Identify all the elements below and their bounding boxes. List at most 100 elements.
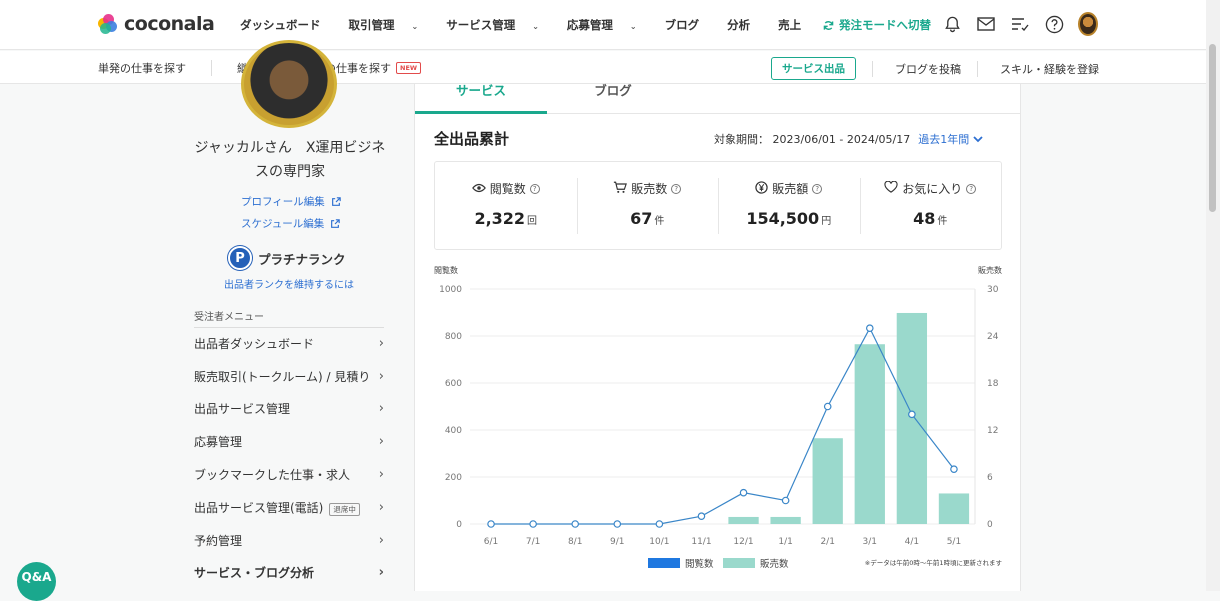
profile-links: プロフィール編集 スケジュール編集 [241, 191, 341, 235]
menu-item-3[interactable]: 応募管理 › [194, 425, 384, 458]
bell-icon[interactable] [942, 12, 962, 36]
bar-1/1 [770, 516, 801, 524]
nav-item-3[interactable]: 応募管理 ⌄ [567, 17, 651, 33]
period-select[interactable]: 過去1年間 [918, 131, 983, 147]
menu-item-label: 応募管理 [194, 435, 243, 450]
eye-icon [471, 182, 486, 196]
scrollbar-thumb[interactable] [1209, 44, 1216, 212]
menu-item-label-wrap: ブックマークした仕事・求人 [194, 466, 350, 483]
help-icon[interactable]: ? [812, 183, 823, 194]
find-single-jobs-link[interactable]: 単発の仕事を探す [98, 60, 186, 76]
stat-unit: 回 [527, 216, 538, 227]
right-tick-label: 24 [987, 332, 999, 342]
left-tick-label: 600 [445, 379, 462, 389]
mail-icon[interactable] [976, 12, 996, 36]
x-tick-label: 1/1 [778, 537, 792, 547]
stat-label-text: 閲覧数 [489, 182, 526, 196]
menu-item-label-wrap: 出品サービス管理 [194, 400, 290, 417]
nav-item-2[interactable]: サービス管理 ⌄ [446, 17, 553, 33]
rank-help-link[interactable]: 出品者ランクを維持するには [224, 276, 354, 291]
external-link-icon [331, 197, 341, 206]
menu-item-5[interactable]: 出品サービス管理(電話) 退席中 › [194, 491, 384, 524]
help-icon[interactable] [1044, 12, 1064, 36]
stat-number: 48 [913, 209, 936, 228]
help-icon[interactable]: ? [671, 183, 682, 194]
register-skills-link[interactable]: スキル・経験を登録 [1000, 61, 1099, 77]
help-icon[interactable]: ? [966, 183, 977, 194]
stat-number: 67 [630, 209, 653, 228]
status-tag: 退席中 [329, 502, 360, 516]
menu-item-label: 出品者ダッシュボード [194, 336, 315, 351]
tab-1[interactable]: ブログ [547, 84, 679, 114]
tab-0[interactable]: サービス [415, 84, 547, 114]
bar-12/1 [728, 516, 759, 524]
menu-item-label: ブックマークした仕事・求人 [194, 468, 351, 483]
point-8/1 [571, 520, 580, 528]
nav-item-1[interactable]: 取引管理 ⌄ [349, 17, 433, 33]
nav-item-label: 分析 [727, 18, 751, 32]
chevron-right-icon: › [378, 532, 384, 548]
menu-item-0[interactable]: 出品者ダッシュボード › [194, 327, 384, 360]
stats-summary: 閲覧数? 2,322 回販売数? 67 件販売額? 154,500 円お気に入り? 48 件 [434, 161, 1002, 250]
edit-schedule-link[interactable]: スケジュール編集 [241, 213, 341, 235]
chevron-right-icon: › [378, 401, 384, 417]
nav-item-0[interactable]: ダッシュボード [240, 17, 335, 33]
stat-value: 48 件 [860, 209, 1002, 228]
left-axis-title: 閲覧数 [434, 265, 458, 275]
stat-2: 販売額? 154,500 円 [718, 162, 860, 249]
left-tick-label: 400 [445, 426, 462, 436]
logo-mark-icon [98, 14, 118, 34]
right-tick-label: 12 [987, 426, 998, 436]
menu-item-2[interactable]: 出品サービス管理 › [194, 393, 384, 426]
right-axis-title: 販売数 [978, 265, 1002, 275]
yen-icon [755, 180, 768, 197]
stat-number: 2,322 [474, 209, 526, 228]
seller-menu: 出品者ダッシュボード › 販売取引(トークルーム) / 見積り › 出品サービス管理 › 応… [194, 327, 384, 589]
stat-unit: 円 [821, 216, 832, 227]
post-service-button[interactable]: サービス出品 [771, 57, 856, 80]
task-list-icon[interactable] [1010, 12, 1030, 36]
chevron-down-icon: ⌄ [532, 22, 539, 31]
point-10/1 [655, 520, 664, 528]
x-tick-label: 9/1 [610, 537, 624, 547]
stat-value: 154,500 円 [718, 209, 860, 228]
post-blog-link[interactable]: ブログを投稿 [895, 61, 961, 77]
bar-2/1 [812, 438, 843, 524]
point-1/1 [781, 496, 790, 505]
order-mode-switch[interactable]: 発注モードへ切替 [822, 17, 931, 33]
rank-label: プラチナランク [258, 251, 346, 267]
x-tick-label: 2/1 [820, 537, 834, 547]
nav-item-5[interactable]: 分析 [727, 17, 764, 33]
edit-profile-link[interactable]: プロフィール編集 [241, 191, 341, 213]
x-tick-label: 10/1 [649, 537, 669, 547]
menu-item-label: 出品サービス管理(電話) [194, 500, 324, 515]
profile-name: ジャッカルさん X運用ビジネスの専門家 [194, 140, 386, 180]
stat-value: 2,322 回 [435, 209, 577, 228]
coconala-logo[interactable]: coconala [98, 13, 215, 35]
menu-heading: 受注者メニュー [194, 308, 384, 328]
new-badge: NEW [396, 62, 422, 74]
menu-item-4[interactable]: ブックマークした仕事・求人 › [194, 458, 384, 491]
analytics-tabs: サービス ブログ [415, 84, 1020, 114]
top-header: coconala ダッシュボード 取引管理 ⌄ サービス管理 ⌄ 応募管理 ⌄ ブログ 分析 売上… [0, 0, 1206, 50]
legend-swatch-1 [723, 558, 755, 568]
user-avatar[interactable] [1078, 12, 1098, 36]
menu-item-6[interactable]: 予約管理 › [194, 524, 384, 557]
bar-4/1 [896, 312, 928, 524]
x-tick-label: 5/1 [947, 537, 961, 547]
stat-number: 154,500 [746, 209, 820, 228]
help-icon[interactable]: ? [529, 183, 540, 194]
chart-svg: 閲覧数 販売数0200400600800100006121824306/1 7/1 8… [434, 265, 1002, 570]
refresh-icon [823, 20, 834, 30]
qa-button[interactable]: Q&A [17, 562, 56, 601]
right-tick-label: 6 [987, 473, 993, 483]
nav-item-6[interactable]: 売上 [778, 17, 815, 33]
menu-item-7[interactable]: サービス・ブログ分析 › [194, 557, 384, 590]
x-tick-label: 11/1 [691, 537, 711, 547]
nav-item-4[interactable]: ブログ [665, 17, 714, 33]
edit-profile-label: プロフィール編集 [241, 196, 325, 208]
stat-label: 閲覧数? [435, 180, 577, 197]
stat-value: 67 件 [577, 209, 719, 228]
header-icons [942, 12, 1098, 36]
menu-item-1[interactable]: 販売取引(トークルーム) / 見積り › [194, 360, 384, 393]
